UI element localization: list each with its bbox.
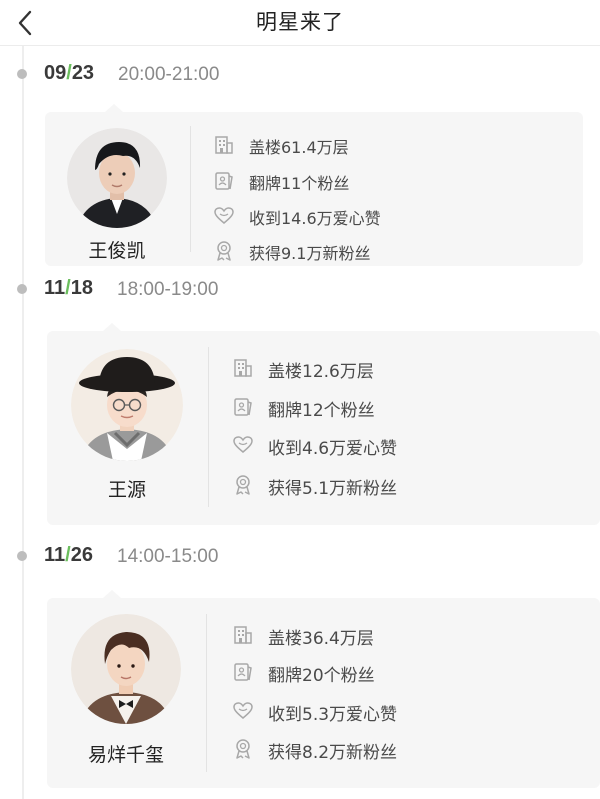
building-icon — [232, 624, 254, 646]
stat-text: 获得9.1万新粉丝 — [249, 244, 371, 263]
date-month: 11 — [44, 277, 66, 299]
stat-text: 收到14.6万爱心赞 — [249, 209, 381, 228]
entry-date: 11/18 — [44, 277, 93, 300]
avatar-portrait — [71, 349, 183, 461]
medal-icon — [213, 240, 235, 262]
star-name: 王源 — [107, 479, 146, 501]
avatar-portrait — [67, 128, 167, 228]
card-divider — [206, 614, 207, 772]
card-divider — [190, 126, 191, 252]
entry-time: 18:00-19:00 — [117, 279, 219, 300]
star-card[interactable]: 王俊凯 盖楼61.4万层 翻牌11个粉丝 收到14.6万爱心赞 获得9.1万新粉… — [45, 104, 583, 266]
stat-text: 收到5.3万爱心赞 — [268, 705, 398, 725]
timeline-line — [22, 46, 24, 799]
heart-icon — [232, 434, 254, 456]
stat-text: 盖楼61.4万层 — [249, 138, 349, 157]
entry-time: 14:00-15:00 — [117, 546, 219, 567]
star-name: 易烊千玺 — [87, 744, 164, 766]
stat-text: 收到4.6万爱心赞 — [268, 439, 398, 459]
timeline-dot — [17, 551, 27, 561]
heart-icon — [232, 700, 254, 722]
stat-text: 翻牌20个粉丝 — [268, 666, 375, 686]
card-pointer — [103, 590, 121, 598]
entry-time: 20:00-21:00 — [118, 64, 220, 85]
stat-text: 盖楼36.4万层 — [268, 629, 374, 649]
stat-text: 翻牌12个粉丝 — [268, 401, 375, 421]
date-day: 23 — [71, 62, 95, 84]
stat-text: 获得8.2万新粉丝 — [268, 743, 398, 763]
timeline-dot — [17, 284, 27, 294]
star-name: 王俊凯 — [88, 240, 146, 262]
building-icon — [213, 134, 235, 156]
stat-text: 翻牌11个粉丝 — [249, 174, 350, 193]
medal-icon — [232, 474, 254, 496]
avatar[interactable] — [67, 128, 167, 228]
date-day: 18 — [70, 277, 93, 299]
stat-text: 盖楼12.6万层 — [268, 362, 374, 382]
stat-text: 获得5.1万新粉丝 — [268, 479, 398, 499]
card-divider — [208, 347, 209, 507]
medal-icon — [232, 738, 254, 760]
date-day: 26 — [70, 544, 93, 566]
building-icon — [232, 357, 254, 379]
entry-date: 09/23 — [44, 62, 94, 85]
star-card[interactable]: 易烊千玺 盖楼36.4万层 翻牌20个粉丝 收到5.3万爱心赞 获得8.2万新粉… — [47, 590, 600, 788]
flip-card-icon — [232, 396, 254, 418]
avatar[interactable] — [71, 349, 183, 461]
page-title: 明星来了 — [256, 10, 344, 34]
entry-date: 11/26 — [44, 544, 93, 567]
date-month: 11 — [44, 544, 66, 566]
flip-card-icon — [232, 661, 254, 683]
avatar[interactable] — [71, 614, 181, 724]
date-month: 09 — [44, 62, 67, 84]
avatar-portrait — [71, 614, 181, 724]
flip-card-icon — [213, 170, 235, 192]
card-pointer — [105, 104, 123, 112]
card-pointer — [103, 323, 121, 331]
nav-bar: 明星来了 — [0, 0, 600, 46]
heart-icon — [213, 205, 235, 227]
timeline-dot — [17, 69, 27, 79]
star-card[interactable]: 王源 盖楼12.6万层 翻牌12个粉丝 收到4.6万爱心赞 获得5.1万新粉丝 — [47, 323, 600, 525]
